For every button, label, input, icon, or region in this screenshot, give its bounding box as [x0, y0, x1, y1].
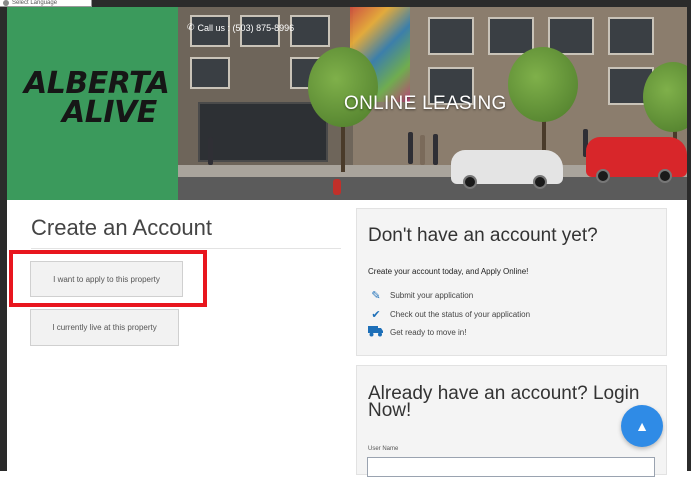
hero-storefront: [198, 102, 328, 162]
feature-label: Submit your application: [390, 291, 474, 300]
hero-car-wheel: [533, 175, 547, 189]
feature-submit-application: ✎ Submit your application: [368, 289, 473, 302]
hero-window: [428, 17, 474, 55]
pencil-icon: ✎: [371, 290, 381, 302]
google-icon: [3, 0, 9, 6]
hero-car-wheel: [463, 175, 477, 189]
call-us-link[interactable]: ✆ Call us : (503) 875-8996: [187, 22, 294, 33]
feature-check-status: ✔ Check out the status of your applicati…: [368, 308, 530, 321]
logo-box[interactable]: ALBERTA ALIVE: [7, 7, 178, 200]
logo-line-2: ALIVE: [62, 95, 157, 130]
hero-title: ONLINE LEASING: [344, 93, 507, 114]
hero-person: [420, 135, 425, 165]
current-resident-button[interactable]: I currently live at this property: [30, 309, 179, 346]
hero-car-wheel: [658, 169, 672, 183]
hero-window: [608, 17, 654, 55]
hero-window: [488, 17, 534, 55]
hero-person: [408, 132, 413, 164]
logo-line-1: ALBERTA: [24, 66, 170, 101]
divider: [31, 248, 341, 249]
username-input[interactable]: [367, 457, 655, 477]
highlight-box: [9, 250, 207, 307]
signup-panel-subtitle: Create your account today, and Apply Onl…: [368, 267, 529, 276]
hero-fire-hydrant: [333, 179, 341, 195]
hero-window: [290, 15, 330, 47]
phone-icon: ✆: [187, 22, 195, 32]
window-frame-right: [687, 0, 691, 471]
signup-panel-title: Don't have an account yet?: [368, 225, 598, 246]
language-selector-label: Select Language: [12, 0, 58, 6]
hero-person: [208, 137, 213, 165]
language-selector[interactable]: Select Language: [0, 0, 92, 7]
create-account-title: Create an Account: [31, 215, 213, 240]
username-label: User Name: [368, 446, 399, 452]
login-panel-title: Already have an account? Login Now!: [368, 383, 640, 421]
window-frame-left: [0, 0, 7, 471]
hero-person: [433, 134, 438, 165]
site-logo: ALBERTA ALIVE: [24, 66, 170, 130]
eject-icon: ▲: [635, 418, 649, 434]
window-frame-top: [0, 0, 691, 7]
hero-window: [190, 57, 230, 89]
hero-tree: [308, 47, 378, 127]
hero-tree: [508, 47, 578, 122]
truck-icon: [368, 325, 384, 340]
hero-street: [178, 177, 687, 200]
scroll-to-top-button[interactable]: ▲: [621, 405, 663, 447]
feature-label: Get ready to move in!: [390, 328, 467, 337]
hero-car-wheel: [596, 169, 610, 183]
truck-icon-svg: [368, 326, 383, 337]
feature-move-in: Get ready to move in!: [368, 325, 466, 340]
feature-label: Check out the status of your application: [390, 310, 531, 319]
call-us-label: Call us : (503) 875-8996: [197, 22, 295, 33]
checkmark-icon: ✔: [371, 309, 381, 321]
